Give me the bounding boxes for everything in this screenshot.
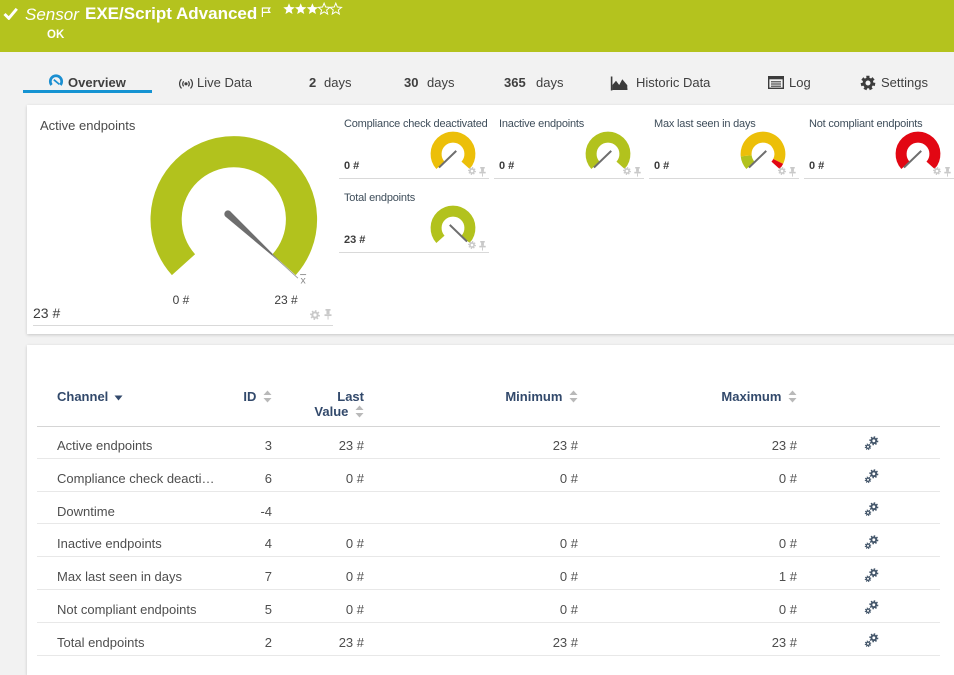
svg-text:x: x: [300, 275, 306, 287]
